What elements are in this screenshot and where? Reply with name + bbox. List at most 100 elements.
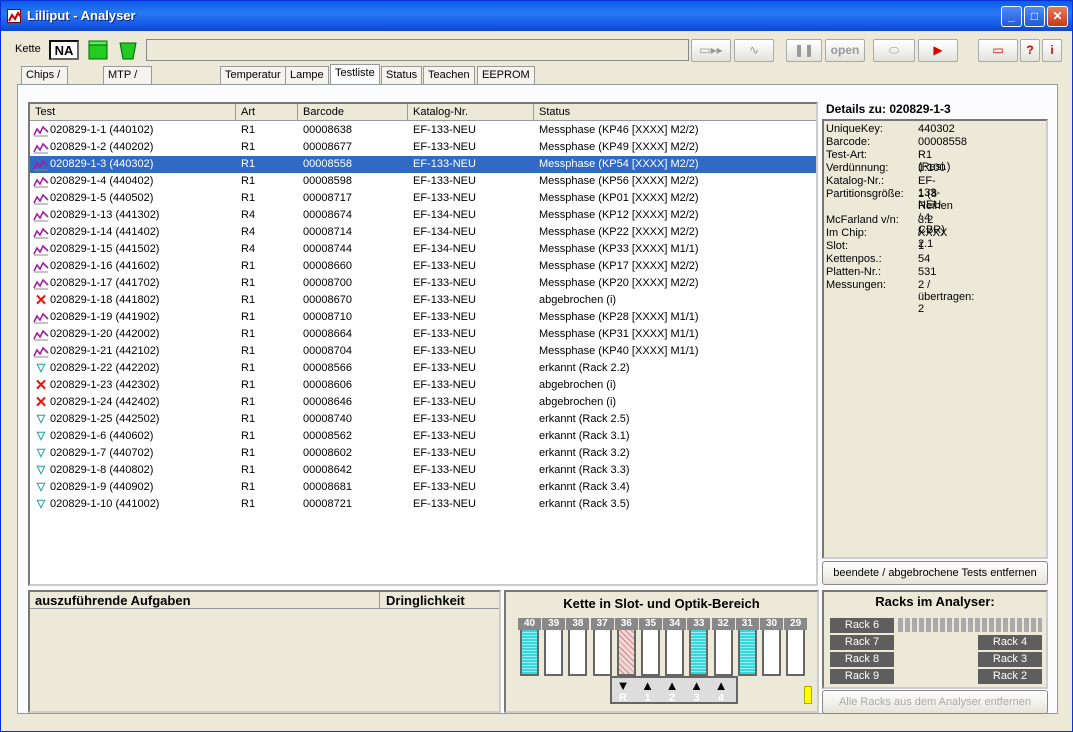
table-row[interactable]: 020829-1-17 (441702) R1 00008700 EF-133-NEU… (30, 275, 816, 292)
cell-barcode: 00008602 (303, 447, 352, 459)
header-test[interactable]: Test (30, 104, 236, 121)
tab-eeprom[interactable]: EEPROM (477, 66, 535, 85)
rack-green-icon[interactable] (87, 39, 109, 61)
cell-art: R1 (241, 447, 256, 459)
chart-icon (33, 124, 49, 137)
cell-test: 020829-1-8 (440802) (50, 464, 154, 476)
table-row[interactable]: ▽ 020829-1-7 (440702) R1 00008602 EF-133-NEU… (30, 445, 816, 462)
tab-temperatur[interactable]: Temperatur (220, 66, 286, 85)
tab-lampe[interactable]: Lampe (285, 66, 329, 85)
cell-katalog: EF-133-NEU (413, 277, 476, 289)
forward-chain-button[interactable]: ▭▸▸ (691, 39, 731, 62)
chain-slot (665, 630, 685, 676)
cell-art: R1 (241, 413, 256, 425)
chain-dashed-button[interactable]: ⬭ (873, 39, 915, 62)
tasks-list[interactable]: auszuführende Aufgaben Dringlichkeit (28, 590, 501, 713)
detail-value: 2 / übertragen: 2 (918, 279, 975, 315)
chain-slot (520, 630, 539, 676)
minimize-button[interactable]: _ (1001, 6, 1022, 27)
cell-status: abgebrochen (i) (539, 379, 617, 391)
maximize-button[interactable]: □ (1024, 6, 1045, 27)
cell-test: 020829-1-1 (440102) (50, 124, 154, 136)
play-button[interactable]: ▶ (918, 39, 958, 62)
header-art[interactable]: Art (236, 104, 298, 121)
detail-key: Kettenpos.: (826, 253, 882, 265)
table-row[interactable]: ✕ 020829-1-23 (442302) R1 00008606 EF-133-NE… (30, 377, 816, 394)
detail-value: 1:100 (918, 162, 946, 174)
detail-key: Slot: (826, 240, 849, 252)
remove-finished-tests-button[interactable]: beendete / abgebrochene Tests entfernen (822, 561, 1048, 585)
table-row[interactable]: 020829-1-5 (440502) R1 00008717 EF-133-NEU M… (30, 190, 816, 207)
table-row[interactable]: 020829-1-2 (440202) R1 00008677 EF-133-NEU M… (30, 139, 816, 156)
table-row[interactable]: 020829-1-20 (442002) R1 00008664 EF-133-NEU… (30, 326, 816, 343)
tube-icon: ▽ (36, 481, 46, 493)
table-row[interactable]: 020829-1-1 (440102) R1 00008638 EF-133-NEU M… (30, 122, 816, 139)
bucket-green-icon[interactable] (117, 39, 139, 61)
tube-icon: ▽ (36, 430, 46, 442)
title-bar: Lilliput - Analyser _ □ ✕ (1, 1, 1072, 31)
cell-art: R1 (241, 345, 256, 357)
table-row[interactable]: 020829-1-14 (441402) R4 00008714 EF-134-NEU… (30, 224, 816, 241)
table-row[interactable]: 020829-1-16 (441602) R1 00008660 EF-133-NEU… (30, 258, 816, 275)
tab-status[interactable]: Status (381, 66, 423, 85)
cell-barcode: 00008598 (303, 175, 352, 187)
rack-item[interactable]: Rack 6 (830, 618, 894, 633)
cell-status: Messphase (KP17 [XXXX] M2/2) (539, 260, 699, 272)
rack-item[interactable]: Rack 4 (978, 635, 1042, 650)
cell-status: Messphase (KP46 [XXXX] M2/2) (539, 124, 699, 136)
detail-row: Katalog-Nr.: EF-133-NEU (826, 175, 941, 211)
table-row[interactable]: 020829-1-3 (440302) R1 00008558 EF-133-NEU M… (30, 156, 816, 173)
remove-all-racks-button[interactable]: Alle Racks aus dem Analyser entfernen (822, 690, 1048, 714)
table-row[interactable]: 020829-1-21 (442102) R1 00008704 EF-133-NEU… (30, 343, 816, 360)
chain-slot (544, 630, 564, 676)
table-row[interactable]: ✕ 020829-1-24 (442402) R1 00008646 EF-133-NE… (30, 394, 816, 411)
rack-item[interactable]: Rack 7 (830, 635, 894, 650)
cell-test: 020829-1-22 (442202) (50, 362, 160, 374)
table-row[interactable]: 020829-1-4 (440402) R1 00008598 EF-133-NEU M… (30, 173, 816, 190)
cell-katalog: EF-133-NEU (413, 260, 476, 272)
rack-item[interactable]: Rack 8 (830, 652, 894, 667)
chain-move-button[interactable]: ∿ (734, 39, 774, 62)
info-button[interactable]: i (1042, 39, 1062, 62)
table-row[interactable]: 020829-1-15 (441502) R4 00008744 EF-134-NEU… (30, 241, 816, 258)
rack-item[interactable]: Rack 3 (978, 652, 1042, 667)
close-button[interactable]: ✕ (1047, 6, 1068, 27)
cell-status: erkannt (Rack 3.4) (539, 481, 630, 493)
test-list-grid[interactable]: Test Art Barcode Katalog-Nr. Status 0208… (28, 102, 818, 586)
error-x-icon: ✕ (34, 377, 48, 394)
cell-art: R4 (241, 226, 256, 238)
cell-test: 020829-1-20 (442002) (50, 328, 160, 340)
tab-testliste[interactable]: Testliste (330, 64, 380, 86)
rack-item[interactable]: Rack 2 (978, 669, 1042, 684)
cell-barcode: 00008721 (303, 498, 352, 510)
table-row[interactable]: ▽ 020829-1-10 (441002) R1 00008721 EF-133-NE… (30, 496, 816, 513)
tab-teachen[interactable]: Teachen (423, 66, 475, 85)
header-barcode[interactable]: Barcode (298, 104, 408, 121)
table-row[interactable]: 020829-1-19 (441902) R1 00008710 EF-133-NEU… (30, 309, 816, 326)
table-row[interactable]: ▽ 020829-1-9 (440902) R1 00008681 EF-133-NEU… (30, 479, 816, 496)
help-button[interactable]: ? (1020, 39, 1040, 62)
detail-row: Verdünnung: 1:100 (826, 162, 946, 174)
table-row[interactable]: 020829-1-13 (441302) R4 00008674 EF-134-NEU… (30, 207, 816, 224)
open-button[interactable]: open (825, 39, 865, 62)
slot-number: 34 (663, 618, 687, 630)
table-row[interactable]: ▽ 020829-1-8 (440802) R1 00008642 EF-133-NEU… (30, 462, 816, 479)
detail-value: 1 (918, 240, 925, 252)
cell-test: 020829-1-9 (440902) (50, 481, 154, 493)
header-status[interactable]: Status (534, 104, 816, 121)
table-row[interactable]: ▽ 020829-1-25 (442502) R1 00008740 EF-133-NE… (30, 411, 816, 428)
cell-barcode: 00008642 (303, 464, 352, 476)
rack-item[interactable]: Rack 9 (830, 669, 894, 684)
table-row[interactable]: ▽ 020829-1-6 (440602) R1 00008562 EF-133-NEU… (30, 428, 816, 445)
tab-chips[interactable]: Chips / Spitzen (21, 66, 68, 98)
chart-icon (33, 243, 49, 256)
stop-rect-button[interactable]: ▭ (978, 39, 1018, 62)
table-row[interactable]: ▽ 020829-1-22 (442202) R1 00008566 EF-133-NE… (30, 360, 816, 377)
table-row[interactable]: ✕ 020829-1-18 (441802) R1 00008670 EF-133-NE… (30, 292, 816, 309)
cell-test: 020829-1-24 (442402) (50, 396, 160, 408)
header-katalog[interactable]: Katalog-Nr. (408, 104, 534, 121)
tube-icon: ▽ (36, 464, 46, 476)
tab-mtp[interactable]: MTP / NaCl / Bouillon (103, 66, 153, 115)
chart-icon (33, 260, 49, 273)
pause-button[interactable]: ❚❚ (786, 39, 822, 62)
